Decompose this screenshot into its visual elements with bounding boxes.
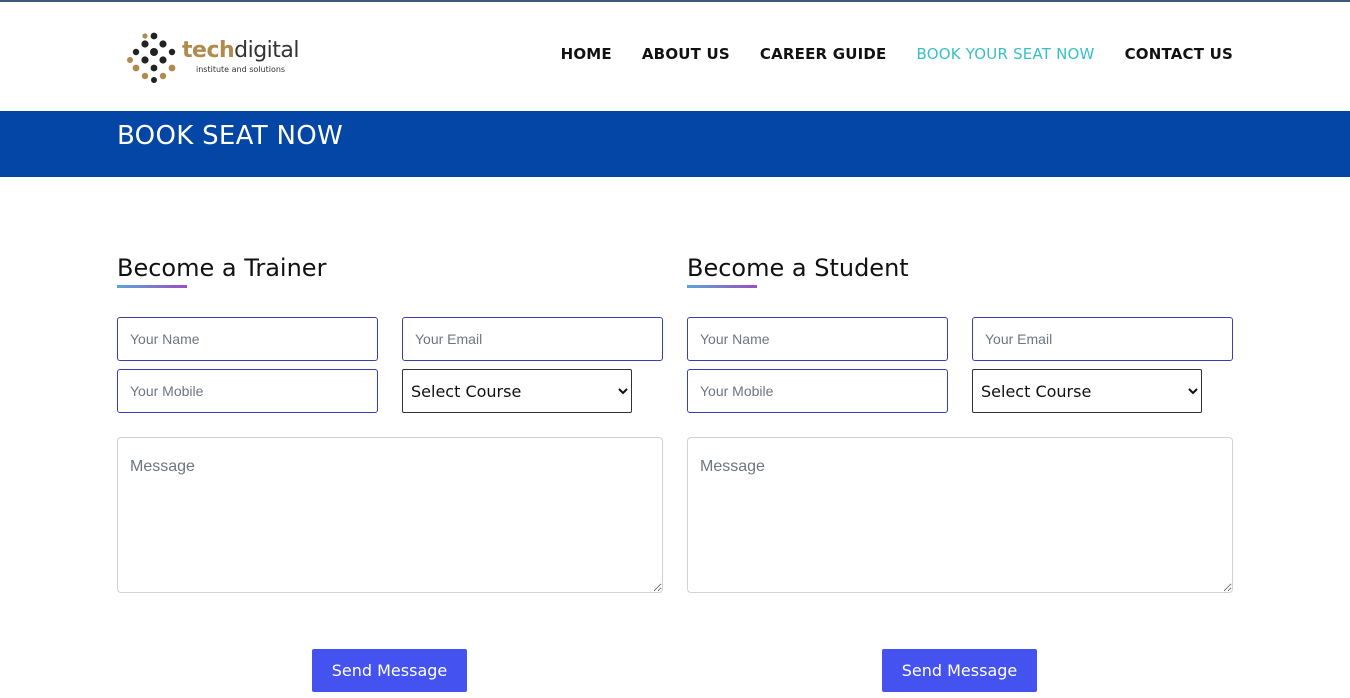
brand-logo[interactable]: techdigital institute and solutions xyxy=(126,30,300,86)
student-name-input[interactable] xyxy=(687,317,948,361)
nav-link-home[interactable]: HOME xyxy=(561,45,612,63)
brand-name-part1: tech xyxy=(182,38,235,63)
student-heading-underline xyxy=(687,285,757,288)
trainer-message-textarea[interactable] xyxy=(117,437,663,593)
trainer-email-input[interactable] xyxy=(402,317,663,361)
student-message-textarea[interactable] xyxy=(687,437,1233,593)
nav-link-contact-us[interactable]: CONTACT US xyxy=(1125,45,1233,63)
student-send-message-button[interactable]: Send Message xyxy=(882,649,1037,692)
brand-name-part2: digital xyxy=(234,38,300,63)
main-navigation: HOME ABOUT US CAREER GUIDE BOOK YOUR SEA… xyxy=(561,45,1233,63)
trainer-heading-underline xyxy=(117,285,187,288)
student-course-select[interactable]: Select Course xyxy=(972,369,1202,413)
student-mobile-input[interactable] xyxy=(687,369,948,413)
student-email-input[interactable] xyxy=(972,317,1233,361)
page-title: BOOK SEAT NOW xyxy=(117,121,343,151)
trainer-name-input[interactable] xyxy=(117,317,378,361)
student-form-heading: Become a Student xyxy=(687,254,909,282)
trainer-form-heading: Become a Trainer xyxy=(117,254,327,282)
brand-wordmark: techdigital xyxy=(182,38,300,63)
nav-link-career-guide[interactable]: CAREER GUIDE xyxy=(760,45,887,63)
brand-tagline: institute and solutions xyxy=(196,65,286,74)
nav-link-book-your-seat-now[interactable]: BOOK YOUR SEAT NOW xyxy=(917,45,1095,63)
page-banner: BOOK SEAT NOW xyxy=(0,111,1350,177)
nav-link-about-us[interactable]: ABOUT US xyxy=(642,45,730,63)
logo-mark-icon xyxy=(127,32,176,83)
trainer-course-select[interactable]: Select Course xyxy=(402,369,632,413)
trainer-send-message-button[interactable]: Send Message xyxy=(312,649,467,692)
site-header: techdigital institute and solutions HOME… xyxy=(0,2,1350,111)
trainer-mobile-input[interactable] xyxy=(117,369,378,413)
